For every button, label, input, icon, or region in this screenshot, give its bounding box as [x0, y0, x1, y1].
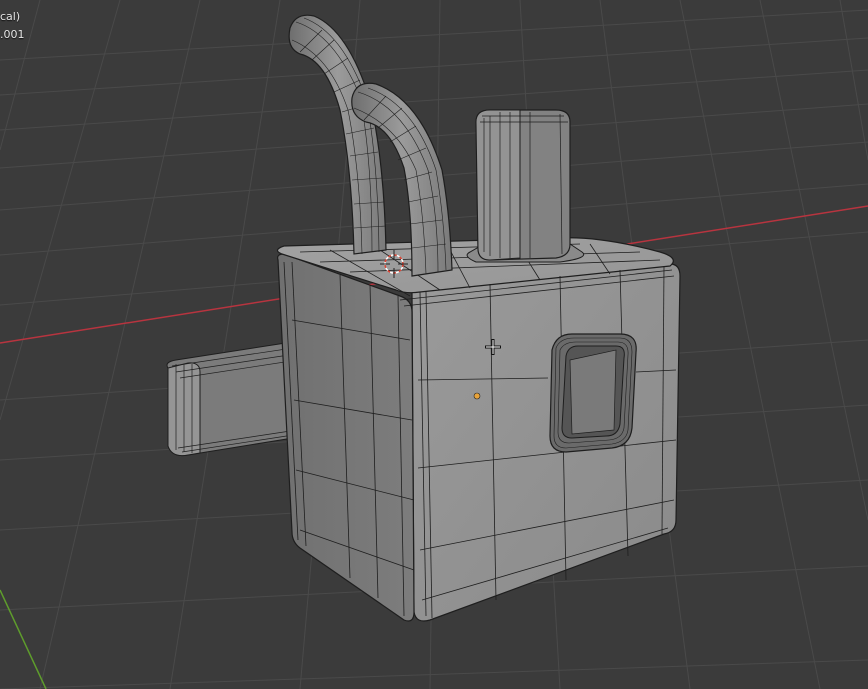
- 3d-viewport[interactable]: cal) .001: [0, 0, 868, 689]
- pillar: [466, 109, 585, 263]
- viewport-canvas[interactable]: [0, 0, 868, 689]
- object-name-text: .001: [0, 28, 25, 41]
- cube-left-face: [277, 253, 415, 622]
- object-origin-icon: [473, 392, 481, 400]
- tube-back: [288, 14, 387, 255]
- y-axis-line: [0, 589, 47, 689]
- view-mode-text: cal): [0, 10, 21, 23]
- viewport-info-overlay: cal) .001: [0, 8, 25, 44]
- cube-hole: [549, 333, 637, 453]
- cube-right-face: [411, 263, 681, 622]
